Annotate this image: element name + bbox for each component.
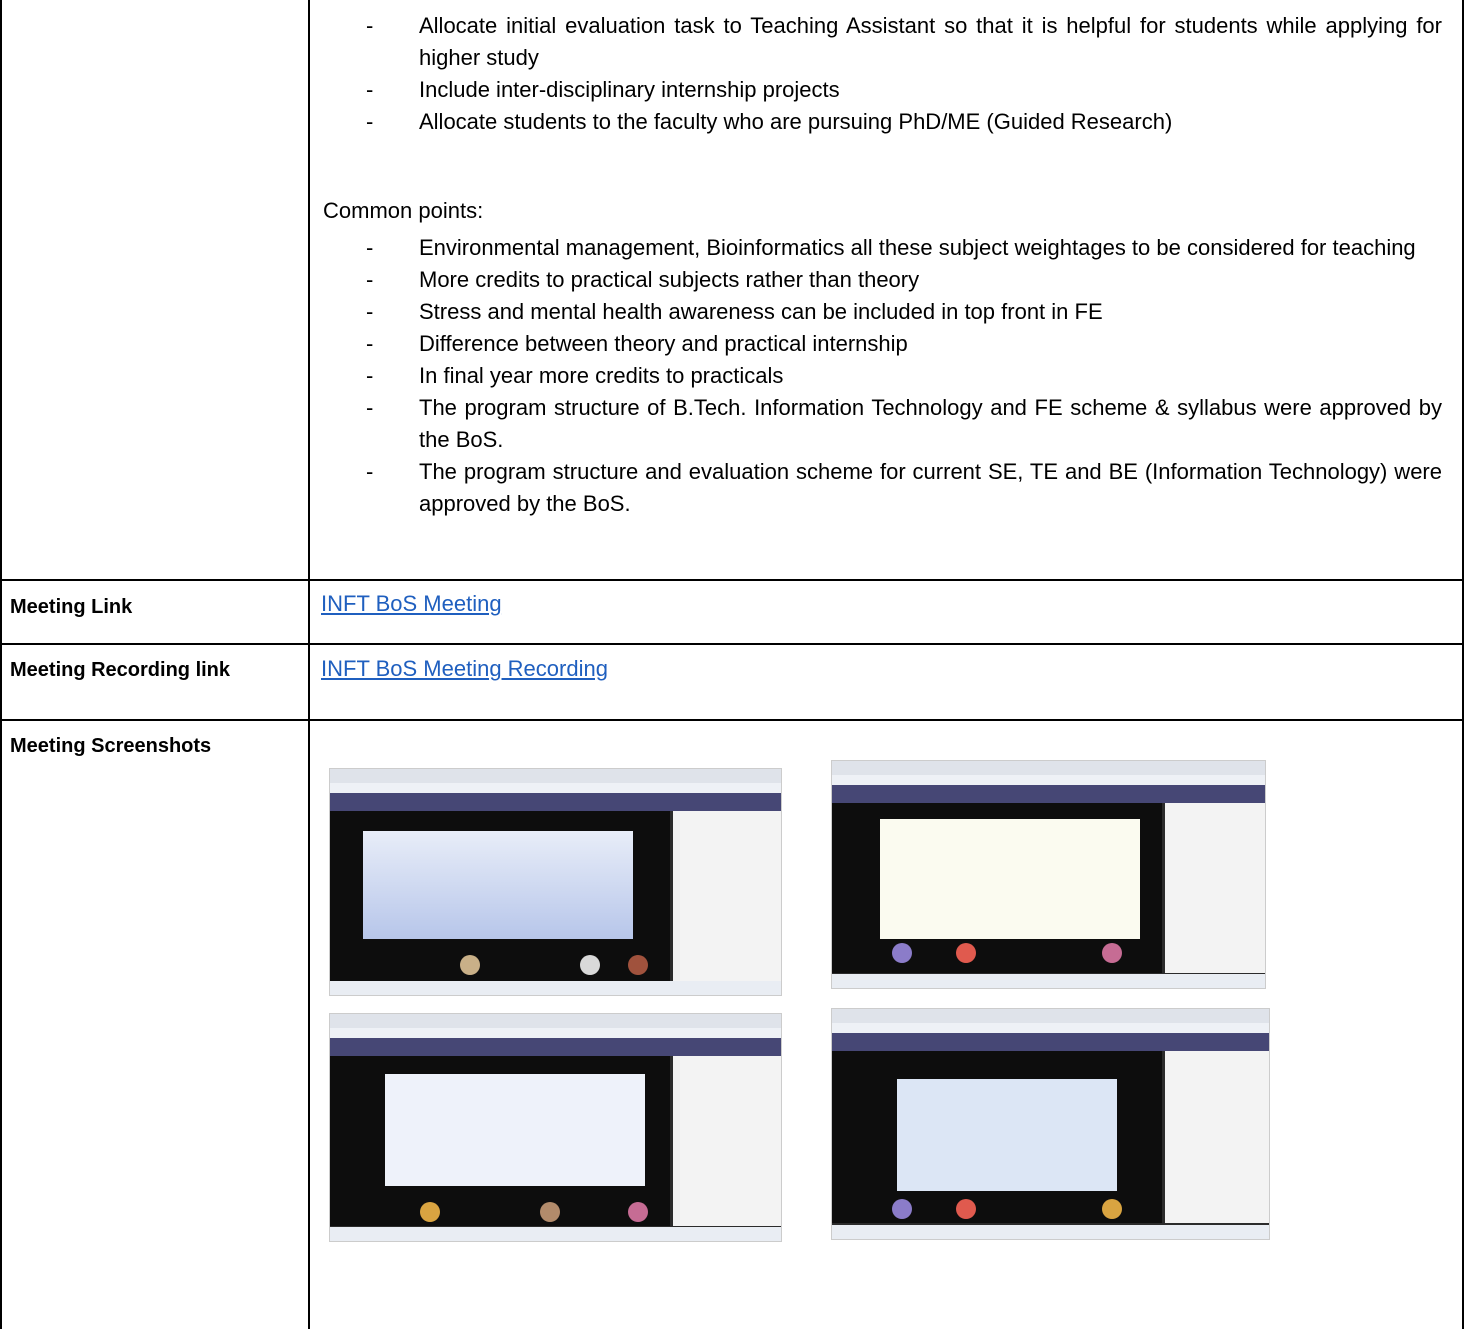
meeting-screenshot-3 <box>329 1013 782 1242</box>
document-page: - Allocate initial evaluation task to Tea… <box>0 0 1464 1329</box>
meeting-screenshot-4 <box>831 1008 1270 1240</box>
table-column-divider <box>308 0 310 1329</box>
list-item: - More credits to practical subjects rath… <box>366 267 920 292</box>
list-item: - Stress and mental health awareness can … <box>366 299 1103 324</box>
row-divider <box>0 579 1464 581</box>
bullet-list-common-points: - Environmental management, Bioinformatic… <box>311 232 1454 520</box>
list-item: - The program structure and evaluation sc… <box>366 459 1442 516</box>
list-item: - Environmental management, Bioinformatic… <box>366 235 1416 260</box>
row-divider <box>0 643 1464 645</box>
row-divider <box>0 719 1464 721</box>
meeting-link[interactable]: INFT BoS Meeting <box>321 589 502 619</box>
table-border-left <box>0 0 2 1329</box>
list-item: - Difference between theory and practical… <box>366 331 908 356</box>
meeting-screenshot-2 <box>831 760 1266 989</box>
list-item: - Allocate initial evaluation task to Tea… <box>366 13 1442 70</box>
common-points-heading: Common points: <box>323 198 484 223</box>
list-item: - The program structure of B.Tech. Inform… <box>366 395 1442 452</box>
meeting-screenshot-1 <box>329 768 782 996</box>
list-item: - In final year more credits to practical… <box>366 363 784 388</box>
meeting-link-label: Meeting Link <box>10 596 133 618</box>
screenshots-label: Meeting Screenshots <box>10 735 212 757</box>
bullet-list-teaching: - Allocate initial evaluation task to Tea… <box>311 10 1454 138</box>
list-item: - Include inter-disciplinary internship p… <box>366 77 840 102</box>
recording-link[interactable]: INFT BoS Meeting Recording <box>321 654 608 684</box>
recording-link-label: Meeting Recording link <box>10 659 231 681</box>
list-item: - Allocate students to the faculty who ar… <box>366 109 1173 134</box>
